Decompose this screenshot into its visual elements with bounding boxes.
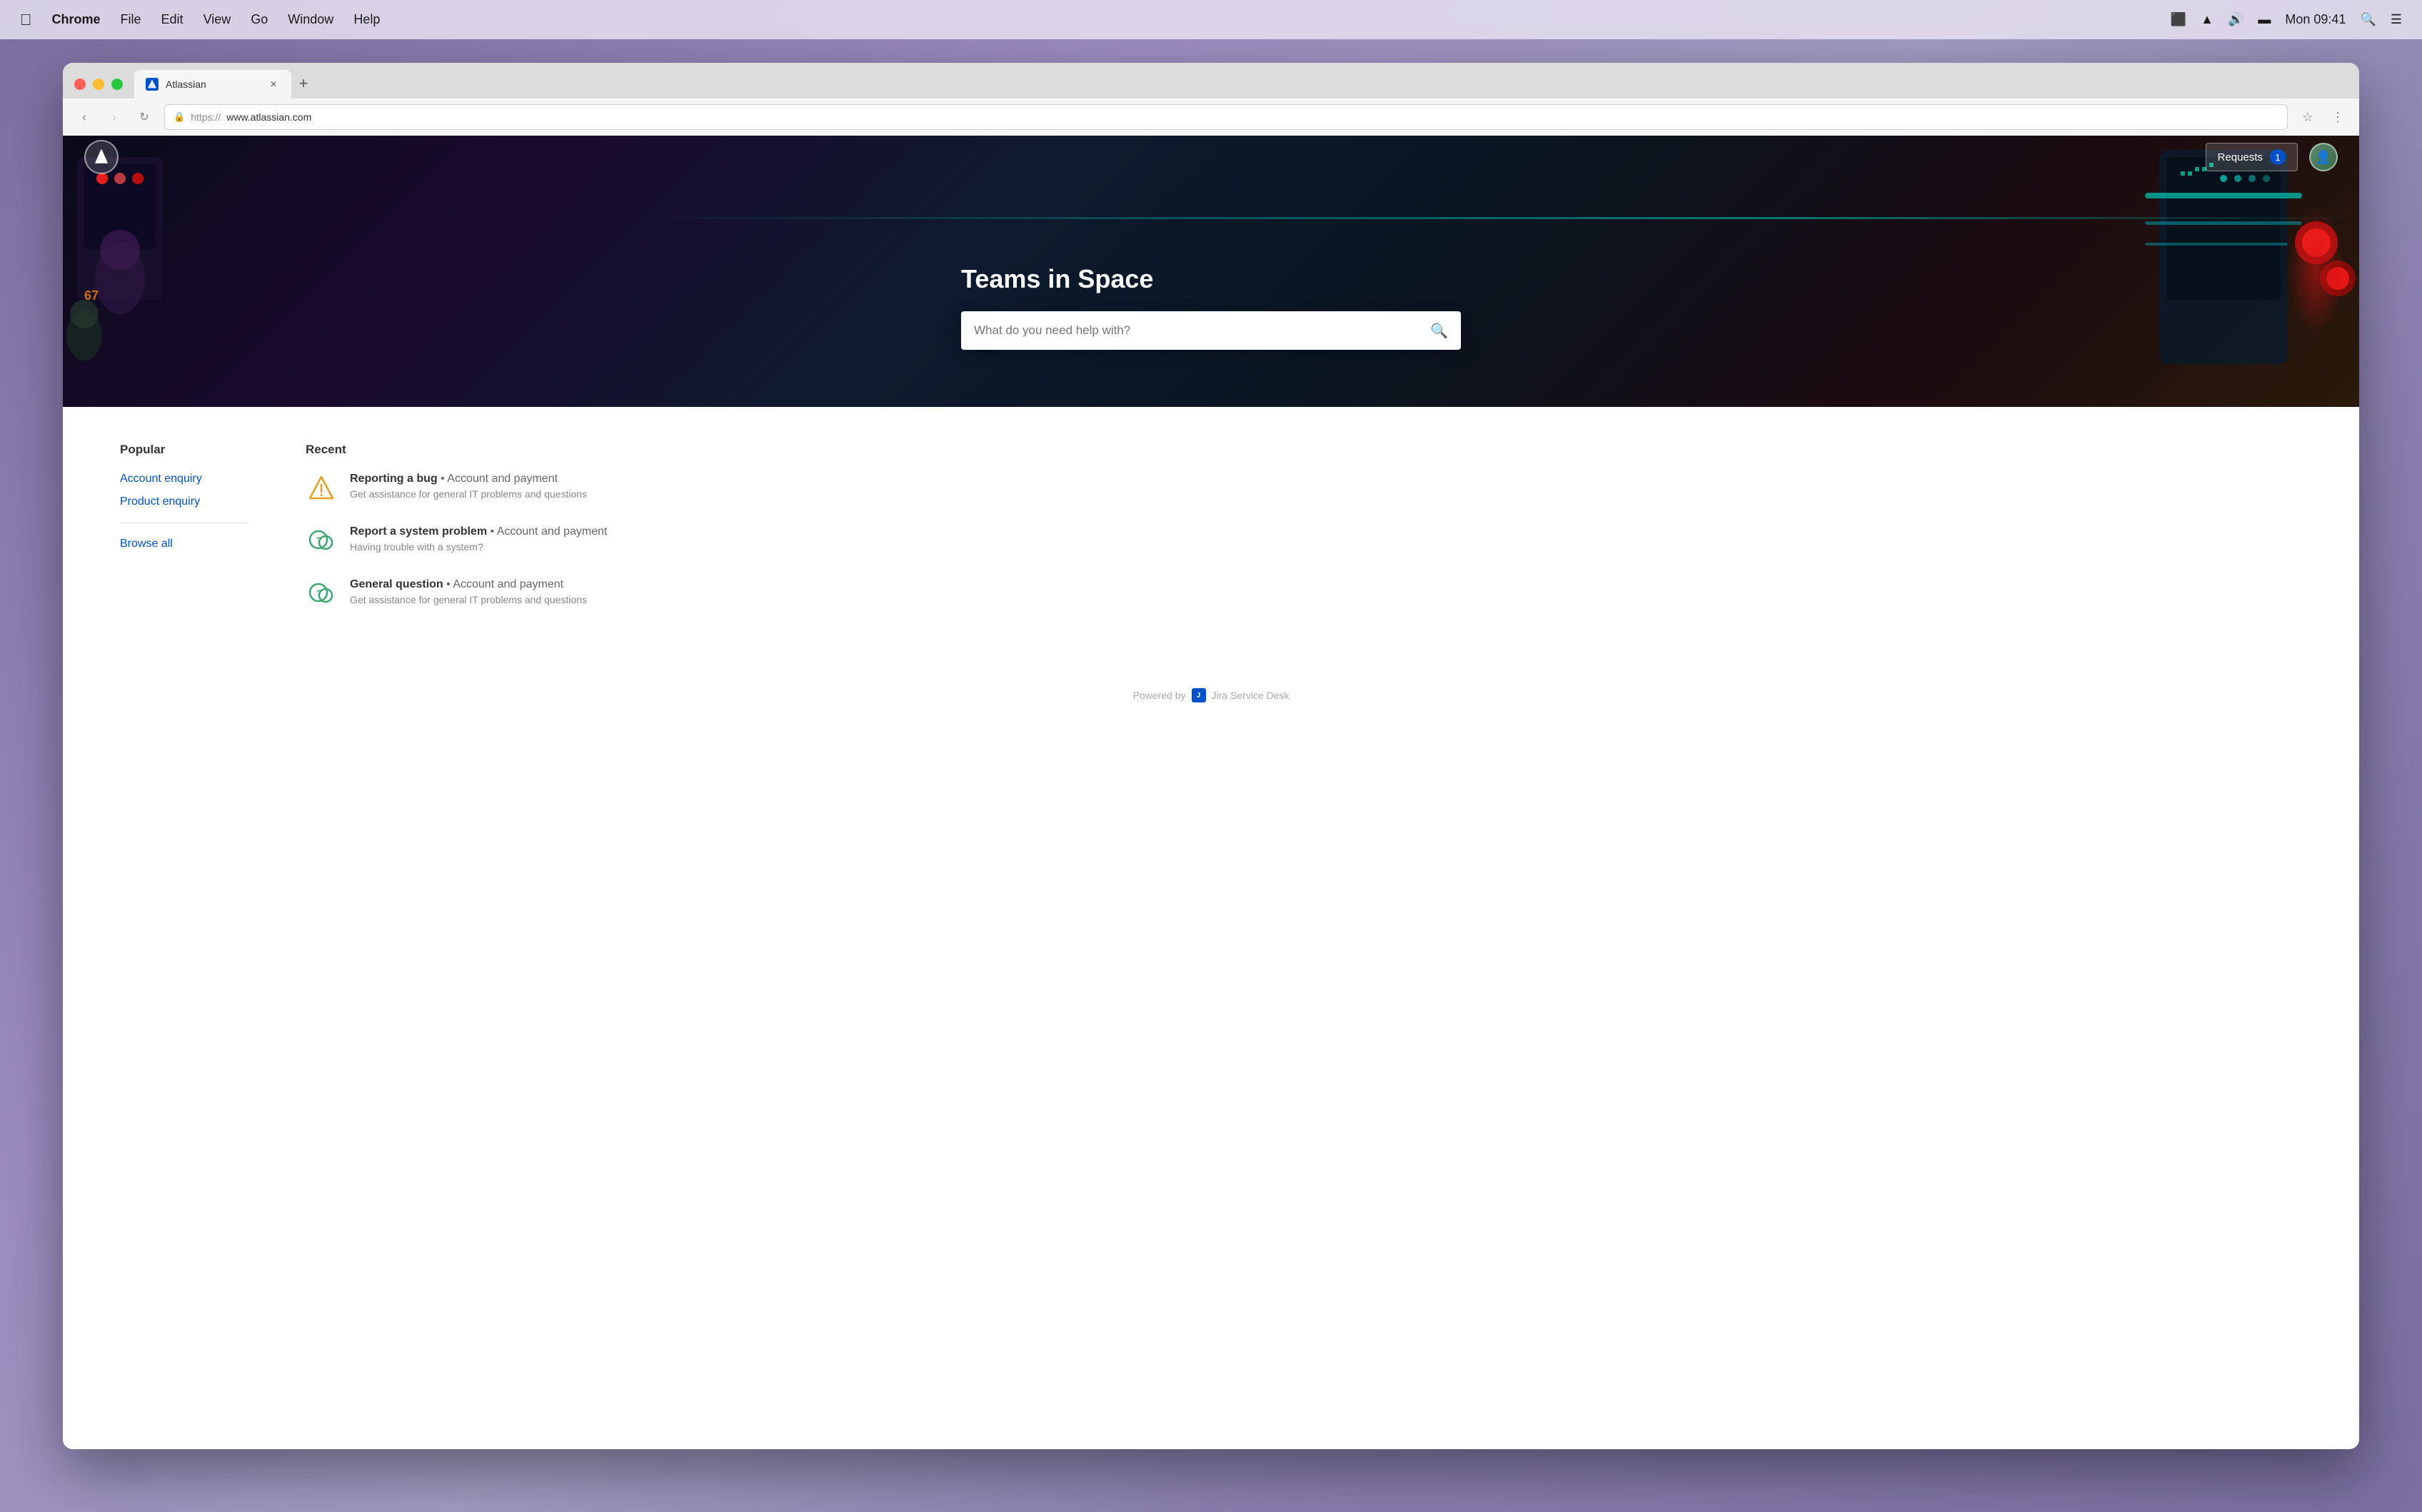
svg-text:?: ? bbox=[316, 535, 321, 545]
popular-section: Popular Account enquiry Product enquiry … bbox=[120, 443, 248, 631]
control-center-icon[interactable]: ☰ bbox=[2391, 12, 2402, 27]
reload-button[interactable]: ↻ bbox=[134, 107, 154, 127]
minimize-button[interactable] bbox=[93, 79, 104, 90]
close-button[interactable] bbox=[74, 79, 86, 90]
product-name-text: Jira Service Desk bbox=[1212, 690, 1290, 701]
user-avatar[interactable]: 👤 bbox=[2309, 143, 2338, 171]
search-input[interactable] bbox=[974, 323, 1422, 338]
hero-nav: Requests 1 👤 bbox=[63, 136, 2359, 178]
powered-by-text: Powered by bbox=[1133, 690, 1186, 701]
jira-logo: J bbox=[1192, 688, 1206, 702]
clock: Mon 09:41 bbox=[2285, 12, 2346, 27]
maximize-button[interactable] bbox=[111, 79, 123, 90]
wifi-icon: ▲ bbox=[2201, 12, 2214, 27]
recent-item-3[interactable]: ? General question • Account and payment… bbox=[306, 578, 791, 610]
traffic-lights bbox=[74, 79, 123, 90]
content-body: Popular Account enquiry Product enquiry … bbox=[63, 407, 848, 667]
new-tab-button[interactable]: + bbox=[291, 71, 316, 96]
lock-icon: 🔒 bbox=[174, 111, 185, 123]
question-chat-icon-2: ? bbox=[306, 578, 337, 610]
main-content: Popular Account enquiry Product enquiry … bbox=[63, 407, 2359, 1449]
recent-section: Recent Reporting a bug bbox=[306, 443, 791, 631]
recent-item-1[interactable]: Reporting a bug • Account and payment Ge… bbox=[306, 473, 791, 504]
requests-label: Requests bbox=[2218, 151, 2263, 163]
recent-section-title: Recent bbox=[306, 443, 791, 457]
menubar:  Chrome Atlassian File Edit View Go Win… bbox=[0, 0, 2422, 39]
recent-item-2-title: Report a system problem • Account and pa… bbox=[350, 525, 607, 538]
menu-edit-item[interactable]: Edit bbox=[161, 12, 184, 27]
recent-item-1-title: Reporting a bug • Account and payment bbox=[350, 473, 587, 485]
hero-content: Teams in Space 🔍 bbox=[961, 264, 1461, 350]
menubar-left:  Chrome Atlassian File Edit View Go Win… bbox=[20, 11, 380, 29]
warning-icon bbox=[306, 473, 337, 504]
recent-item-2-content: Report a system problem • Account and pa… bbox=[350, 525, 607, 553]
footer: Powered by J Jira Service Desk bbox=[63, 667, 2359, 724]
hero-nav-right: Requests 1 👤 bbox=[2206, 143, 2338, 171]
volume-icon: 🔊 bbox=[2228, 12, 2243, 27]
url-bar[interactable]: 🔒 https:// www.atlassian.com bbox=[164, 104, 2288, 130]
requests-button[interactable]: Requests 1 bbox=[2206, 143, 2298, 171]
website-content: 67 bbox=[63, 136, 2359, 1449]
tab-title: Atlassian bbox=[166, 79, 260, 90]
url-domain: www.atlassian.com bbox=[226, 111, 311, 123]
tab-close-button[interactable]: ✕ bbox=[267, 78, 280, 91]
tab-favicon bbox=[146, 78, 159, 91]
hero-title: Teams in Space bbox=[961, 264, 1461, 294]
question-chat-icon-1: ? bbox=[306, 525, 337, 557]
menu-help-item[interactable]: Help bbox=[353, 12, 380, 27]
recent-item-2[interactable]: ? Report a system problem • Account and … bbox=[306, 525, 791, 557]
popular-section-title: Popular bbox=[120, 443, 248, 457]
menu-app-name[interactable]: Chrome bbox=[52, 12, 101, 27]
search-submit-icon[interactable]: 🔍 bbox=[1430, 322, 1448, 340]
address-bar: ‹ › ↻ 🔒 https:// www.atlassian.com ☆ ⋮ bbox=[63, 99, 2359, 136]
recent-item-3-content: General question • Account and payment G… bbox=[350, 578, 587, 605]
browser-chrome: Atlassian ✕ + ‹ › ↻ 🔒 https:// www.atlas… bbox=[63, 63, 2359, 136]
back-button[interactable]: ‹ bbox=[74, 107, 94, 127]
bookmark-button[interactable]: ☆ bbox=[2298, 107, 2318, 127]
requests-count: 1 bbox=[2270, 149, 2286, 165]
recent-item-3-desc: Get assistance for general IT problems a… bbox=[350, 594, 587, 605]
recent-item-2-desc: Having trouble with a system? bbox=[350, 541, 607, 553]
battery-icon: ▬ bbox=[2258, 12, 2271, 27]
recent-item-3-title: General question • Account and payment bbox=[350, 578, 587, 591]
menu-go-item[interactable]: Go bbox=[251, 12, 268, 27]
search-bar: 🔍 bbox=[961, 311, 1461, 350]
airplay-icon: ⬛ bbox=[2171, 12, 2186, 27]
browser-menu-button[interactable]: ⋮ bbox=[2328, 107, 2348, 127]
menu-file-item[interactable]: File bbox=[121, 12, 141, 27]
browser-window: Atlassian ✕ + ‹ › ↻ 🔒 https:// www.atlas… bbox=[63, 63, 2359, 1449]
menu-view-item[interactable]: View bbox=[203, 12, 231, 27]
popular-link-account[interactable]: Account enquiry bbox=[120, 473, 248, 485]
recent-item-1-content: Reporting a bug • Account and payment Ge… bbox=[350, 473, 587, 500]
hero-section: 67 bbox=[63, 136, 2359, 407]
recent-item-1-desc: Get assistance for general IT problems a… bbox=[350, 488, 587, 500]
search-icon[interactable]: 🔍 bbox=[2360, 12, 2376, 27]
url-scheme: https:// bbox=[191, 111, 221, 123]
menubar-right: ⬛ ▲ 🔊 ▬ Mon 09:41 🔍 ☰ bbox=[2171, 12, 2402, 27]
browser-tab[interactable]: Atlassian ✕ bbox=[134, 70, 291, 99]
popular-link-product[interactable]: Product enquiry bbox=[120, 495, 248, 508]
svg-text:?: ? bbox=[316, 588, 321, 598]
browse-all-link[interactable]: Browse all bbox=[120, 538, 248, 550]
apple-icon[interactable]:  bbox=[20, 11, 32, 29]
forward-button[interactable]: › bbox=[104, 107, 124, 127]
atlassian-logo[interactable] bbox=[84, 140, 119, 174]
address-bar-right: ☆ ⋮ bbox=[2298, 107, 2348, 127]
menu-window-item[interactable]: Window bbox=[288, 12, 333, 27]
